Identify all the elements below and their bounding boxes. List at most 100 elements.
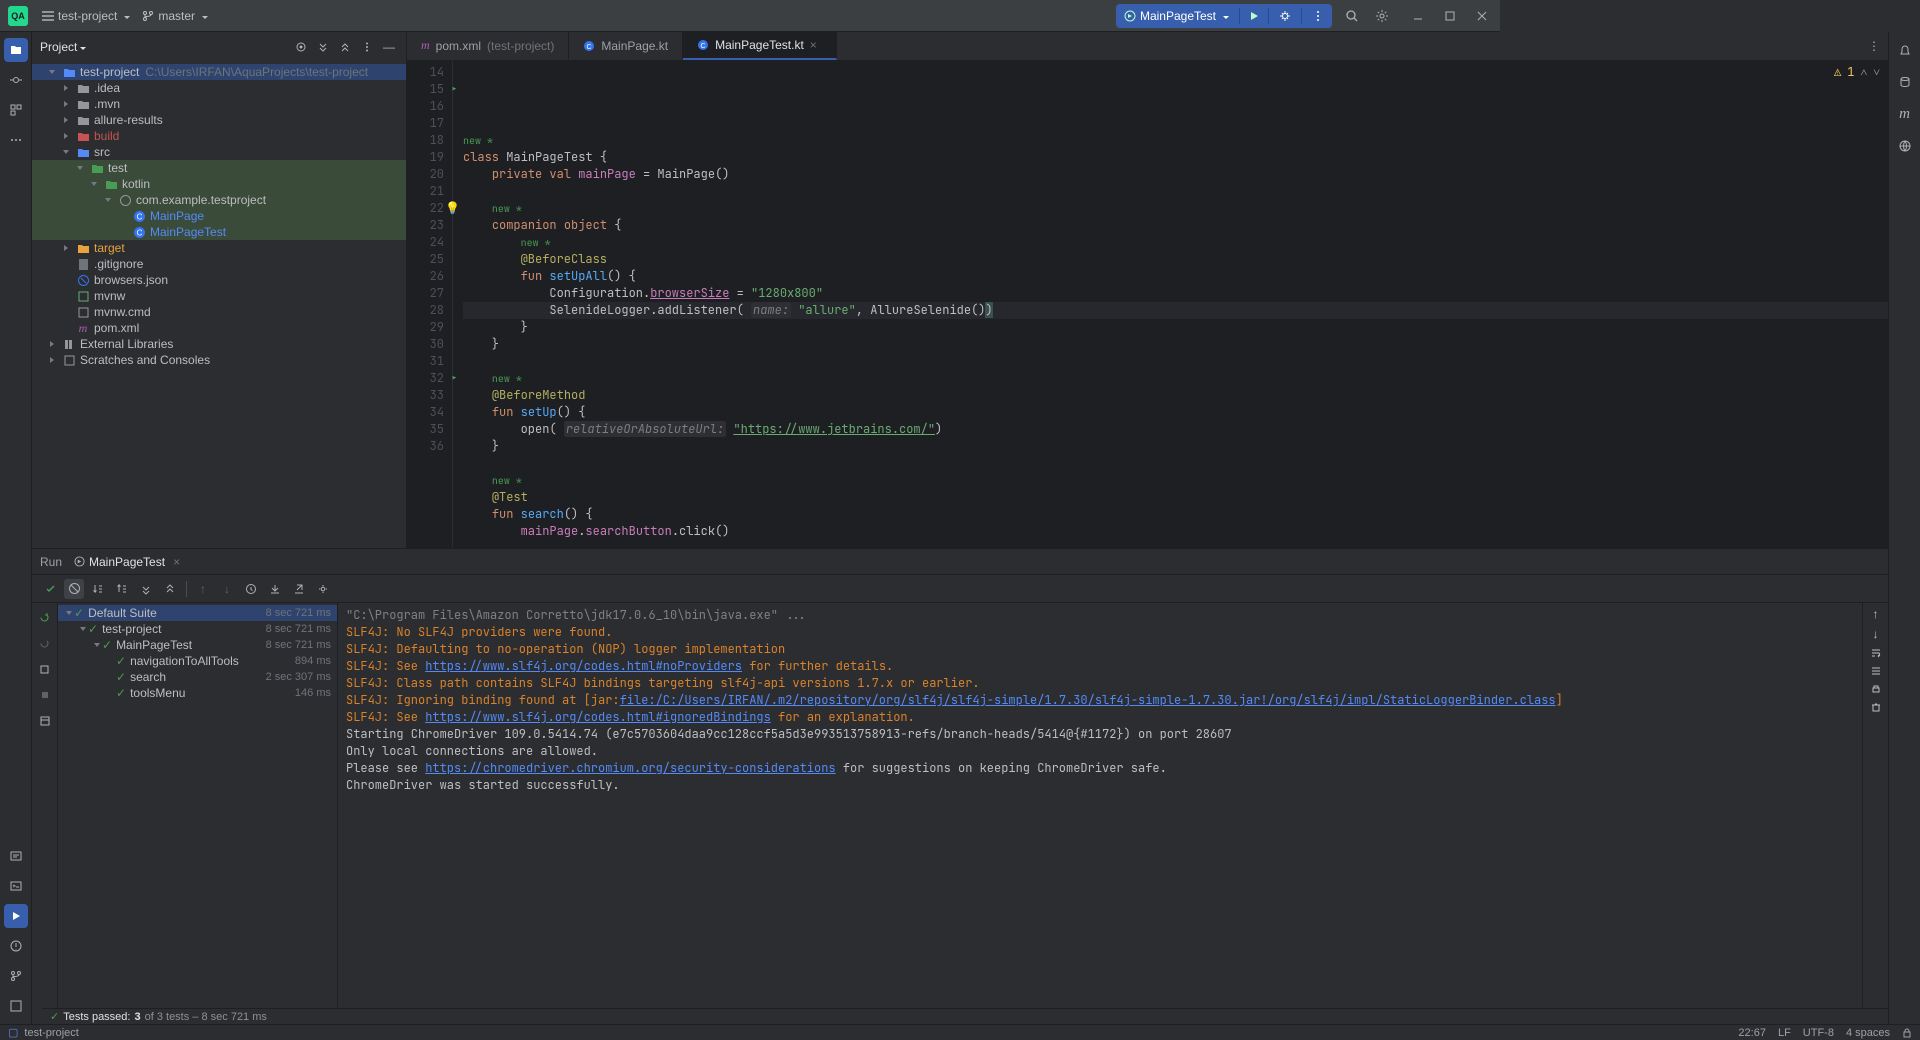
editor-tab[interactable]: CMainPageTest.kt×: [683, 32, 837, 60]
console-output[interactable]: "C:\Program Files\Amazon Corretto\jdk17.…: [338, 603, 1862, 1024]
collapse-all-icon[interactable]: [336, 38, 354, 56]
collapse-all-icon[interactable]: [160, 579, 180, 599]
tree-node[interactable]: src: [32, 144, 406, 160]
rerun-icon[interactable]: [35, 607, 55, 627]
clear-icon[interactable]: [1870, 701, 1882, 713]
status-sync-icon[interactable]: ▢: [8, 1026, 18, 1039]
tms-tool-button[interactable]: [4, 844, 28, 868]
expand-all-icon[interactable]: [136, 579, 156, 599]
next-failed-icon[interactable]: ↓: [217, 579, 237, 599]
sort-time-icon[interactable]: [112, 579, 132, 599]
commit-tool-button[interactable]: [4, 68, 28, 92]
web-inspector-icon[interactable]: [1893, 134, 1917, 158]
tree-node[interactable]: test: [32, 160, 406, 176]
show-ignored-icon[interactable]: [64, 579, 84, 599]
debug-button[interactable]: [1271, 4, 1299, 28]
tree-node[interactable]: mpom.xml: [32, 320, 406, 336]
status-line-col[interactable]: 22:67: [1738, 1027, 1766, 1039]
project-tree[interactable]: test-projectC:\Users\IRFAN\AquaProjects\…: [32, 62, 406, 548]
prev-highlight-icon[interactable]: ˄: [1860, 64, 1867, 81]
options-icon[interactable]: [358, 38, 376, 56]
close-icon[interactable]: [1472, 6, 1492, 26]
tree-node[interactable]: CMainPageTest: [32, 224, 406, 240]
scroll-to-end-icon[interactable]: [1870, 665, 1882, 677]
sort-alpha-icon[interactable]: [88, 579, 108, 599]
expand-all-icon[interactable]: [314, 38, 332, 56]
editor-tab[interactable]: CMainPage.kt: [569, 32, 683, 59]
test-tree-row[interactable]: ✓navigationToAllTools894 ms: [58, 653, 337, 669]
select-opened-file-icon[interactable]: [292, 38, 310, 56]
chevron-down-icon[interactable]: [77, 40, 86, 54]
tree-node[interactable]: allure-results: [32, 112, 406, 128]
tree-node[interactable]: .idea: [32, 80, 406, 96]
hide-panel-icon[interactable]: —: [380, 38, 398, 56]
stop-icon[interactable]: [35, 685, 55, 705]
run-config-tab[interactable]: MainPageTest×: [74, 555, 180, 569]
structure-tool-button[interactable]: [4, 98, 28, 122]
project-selector[interactable]: test-project: [58, 9, 130, 23]
tree-node[interactable]: CMainPage: [32, 208, 406, 224]
test-tree-row[interactable]: ✓toolsMenu146 ms: [58, 685, 337, 701]
next-highlight-icon[interactable]: ˅: [1873, 64, 1880, 81]
gutter[interactable]: 14▸15161718192021💡22232425262728293031▸3…: [407, 60, 453, 548]
status-encoding[interactable]: UTF-8: [1803, 1027, 1834, 1039]
test-settings-icon[interactable]: [313, 579, 333, 599]
code-editor[interactable]: 14▸15161718192021💡22232425262728293031▸3…: [407, 60, 1888, 548]
more-tool-button[interactable]: [4, 128, 28, 152]
run-tab[interactable]: Run: [40, 555, 62, 569]
tree-node[interactable]: Scratches and Consoles: [32, 352, 406, 368]
test-tree-row[interactable]: ✓search2 sec 307 ms: [58, 669, 337, 685]
collapse-tool-button[interactable]: [4, 994, 28, 1018]
run-config-select[interactable]: MainPageTest: [1116, 4, 1237, 28]
close-tab-icon[interactable]: ×: [810, 38, 822, 52]
status-readonly-icon[interactable]: [1902, 1028, 1912, 1038]
maximize-icon[interactable]: [1440, 6, 1460, 26]
notifications-icon[interactable]: [1893, 38, 1917, 62]
main-menu-icon[interactable]: [38, 6, 58, 26]
problems-tool-button[interactable]: [4, 934, 28, 958]
editor-tab[interactable]: mpom.xml(test-project): [407, 32, 569, 59]
test-tree-row[interactable]: ✓Default Suite8 sec 721 ms: [58, 605, 337, 621]
soft-wrap-icon[interactable]: [1870, 647, 1882, 659]
scroll-down-icon[interactable]: ↓: [1873, 627, 1879, 641]
tree-node[interactable]: .gitignore: [32, 256, 406, 272]
toggle-auto-test-icon[interactable]: [35, 659, 55, 679]
print-icon[interactable]: [1870, 683, 1882, 695]
maven-icon[interactable]: m: [1893, 102, 1917, 126]
run-tool-button[interactable]: [4, 904, 28, 928]
tree-node[interactable]: kotlin: [32, 176, 406, 192]
prev-failed-icon[interactable]: ↑: [193, 579, 213, 599]
vcs-tool-button[interactable]: [4, 964, 28, 988]
search-icon[interactable]: [1342, 6, 1362, 26]
rerun-failed-icon[interactable]: [35, 633, 55, 653]
inspections-widget[interactable]: ⚠1 ˄ ˅: [1834, 64, 1880, 81]
scroll-up-icon[interactable]: ↑: [1873, 607, 1879, 621]
project-tool-button[interactable]: [4, 38, 28, 62]
test-tree-row[interactable]: ✓test-project8 sec 721 ms: [58, 621, 337, 637]
tree-node[interactable]: target: [32, 240, 406, 256]
import-tests-icon[interactable]: [265, 579, 285, 599]
tree-node[interactable]: mvnw: [32, 288, 406, 304]
code-body[interactable]: ⚠1 ˄ ˅ new *class MainPageTest { private…: [453, 60, 1888, 548]
more-actions-button[interactable]: [1304, 4, 1332, 28]
test-tree-row[interactable]: ✓MainPageTest8 sec 721 ms: [58, 637, 337, 653]
layout-icon[interactable]: [35, 711, 55, 731]
terminal-tool-button[interactable]: [4, 874, 28, 898]
tree-node[interactable]: .mvn: [32, 96, 406, 112]
test-tree[interactable]: ✓Default Suite8 sec 721 ms✓test-project8…: [58, 603, 338, 1024]
test-history-icon[interactable]: [241, 579, 261, 599]
settings-icon[interactable]: [1372, 6, 1392, 26]
close-tab-icon[interactable]: ×: [173, 555, 180, 569]
tree-node[interactable]: test-projectC:\Users\IRFAN\AquaProjects\…: [32, 64, 406, 80]
tree-node[interactable]: External Libraries: [32, 336, 406, 352]
status-indent[interactable]: 4 spaces: [1846, 1027, 1890, 1039]
database-icon[interactable]: [1893, 70, 1917, 94]
run-button[interactable]: [1242, 4, 1266, 28]
tree-node[interactable]: com.example.testproject: [32, 192, 406, 208]
tab-menu-icon[interactable]: ⋮: [1860, 32, 1888, 59]
export-tests-icon[interactable]: [289, 579, 309, 599]
minimize-icon[interactable]: [1408, 6, 1428, 26]
status-eol[interactable]: LF: [1778, 1027, 1791, 1039]
show-passed-icon[interactable]: [40, 579, 60, 599]
status-project[interactable]: test-project: [24, 1027, 78, 1039]
